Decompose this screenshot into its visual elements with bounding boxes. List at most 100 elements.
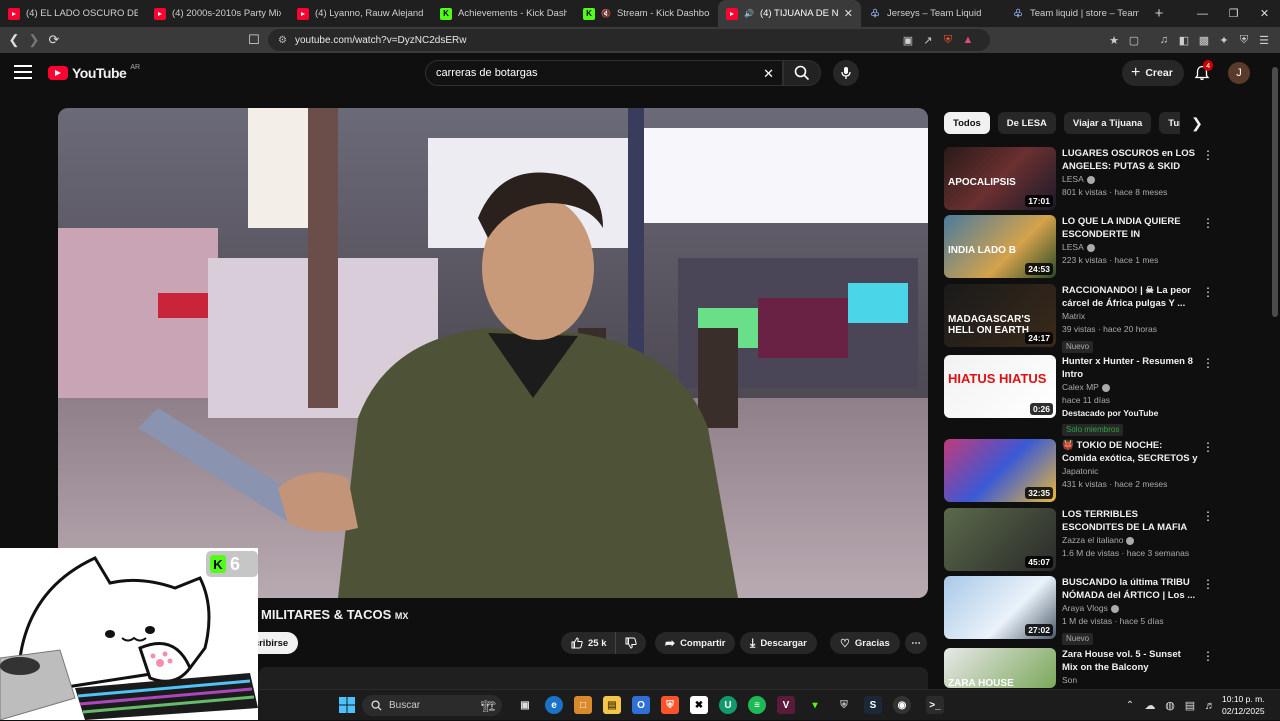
video-thumbnail[interactable]: 45:07 [944, 508, 1056, 571]
browser-tab[interactable]: (4) Lyanno, Rauw Alejandro, Le [289, 0, 432, 27]
channel-name[interactable]: Zazza el italiano [1062, 534, 1198, 547]
more-options-icon[interactable]: ⋮ [1202, 149, 1214, 161]
wallet-icon[interactable]: ▩ [1194, 30, 1214, 50]
brave-rewards-icon[interactable]: ▲ [958, 30, 978, 50]
audio-playing-icon[interactable]: 🔊 [744, 9, 754, 18]
dislike-button[interactable] [614, 632, 646, 654]
thanks-button[interactable]: ♡ Gracias [830, 632, 900, 654]
share-button[interactable]: ➦ Compartir [655, 632, 736, 654]
browser-tab[interactable]: K Achievements - Kick Dashboa [432, 0, 575, 27]
close-tab-icon[interactable]: ✕ [844, 7, 853, 20]
video-player[interactable] [58, 108, 928, 598]
video-thumbnail[interactable]: 27:02 [944, 576, 1056, 639]
recommended-video[interactable]: 32:35 👹 TOKIO DE NOCHE: Comida exótica, S… [944, 439, 1214, 514]
brave-browser-icon[interactable]: ⛨ [661, 696, 679, 714]
video-title[interactable]: Hunter x Hunter - Resumen 8 Intro [1062, 355, 1198, 381]
vpn-app-icon[interactable]: ⛨ [835, 696, 853, 714]
video-title[interactable]: Zara House vol. 5 - Sunset Mix on the Ba… [1062, 648, 1198, 674]
more-options-icon[interactable]: ⋮ [1202, 650, 1214, 662]
forward-icon[interactable]: ❯ [24, 30, 44, 50]
video-thumbnail[interactable]: MADAGASCAR'S HELL ON EARTH 24:17 [944, 284, 1056, 347]
channel-name[interactable]: LESA [1062, 241, 1198, 254]
recommended-video[interactable]: 27:02 BUSCANDO la última TRIBU NÓMADA del… [944, 576, 1214, 651]
app-icon[interactable]: □ [574, 696, 592, 714]
download-button[interactable]: ⤓ Descargar [740, 632, 817, 654]
close-window-icon[interactable]: ✕ [1249, 0, 1280, 27]
more-options-icon[interactable]: ⋮ [1202, 578, 1214, 590]
more-options-icon[interactable]: ⋮ [1202, 357, 1214, 369]
site-info-icon[interactable]: ⚙ [278, 35, 287, 46]
outlook-icon[interactable]: O [632, 696, 650, 714]
leo-ai-icon[interactable]: ✦ [1214, 30, 1234, 50]
menu-icon[interactable]: ☰ [1254, 30, 1274, 50]
recommended-video[interactable]: APOCALIPSIS 17:01 LUGARES OSCUROS en LOS A… [944, 147, 1214, 222]
like-button[interactable]: 25 k [561, 632, 615, 654]
video-title[interactable]: RACCIONANDO! | ☠ La peor cárcel de Áfric… [1062, 284, 1198, 310]
new-tab-icon[interactable]: + [1147, 5, 1171, 22]
install-icon[interactable]: ▣ [898, 30, 918, 50]
muted-icon[interactable]: 🔇 [601, 9, 611, 18]
channel-name[interactable]: Son [1062, 674, 1198, 687]
browser-tab[interactable]: 🔊 (4) TIJUANA DE NOCHE ✕ [718, 0, 861, 27]
share-icon[interactable]: ↗ [918, 30, 938, 50]
clear-search-icon[interactable]: ✕ [763, 66, 774, 82]
back-icon[interactable]: ❮ [4, 30, 24, 50]
vpn-icon[interactable]: ⛨ [1234, 30, 1254, 50]
recommended-video[interactable]: MADAGASCAR'S HELL ON EARTH 24:17 RACCIONAN… [944, 284, 1214, 359]
channel-name[interactable]: Japatonic [1062, 465, 1198, 478]
url-field[interactable]: ⚙ youtube.com/watch?v=DyzNC2dsERw [268, 29, 990, 51]
account-avatar[interactable]: J [1228, 62, 1250, 84]
microphone-icon[interactable]: ◍ [1160, 699, 1180, 712]
video-thumbnail[interactable]: HIATUS HIATUS 0:26 [944, 355, 1056, 418]
filter-chip[interactable]: Viajar a Tijuana [1063, 112, 1152, 134]
restore-icon[interactable]: ❐ [1218, 0, 1249, 27]
taskbar-search[interactable]: Buscar 🏗 [362, 695, 502, 716]
video-title[interactable]: 👹 TOKIO DE NOCHE: Comida exótica, SECRET… [1062, 439, 1198, 465]
file-explorer-icon[interactable]: ▤ [603, 696, 621, 714]
video-title[interactable]: BUSCANDO la última TRIBU NÓMADA del ÁRTI… [1062, 576, 1198, 602]
video-thumbnail[interactable]: ZARA HOUSE [944, 648, 1056, 688]
page-scrollbar[interactable] [1270, 53, 1280, 693]
video-title[interactable]: LO QUE LA INDIA QUIERE ESCONDERTE IN [1062, 215, 1198, 241]
edge-icon[interactable]: e [545, 696, 563, 714]
filter-chip[interactable]: Todos [944, 112, 990, 134]
channel-name[interactable]: Matrix [1062, 310, 1198, 323]
extensions-icon[interactable]: ★ [1104, 30, 1124, 50]
recommended-video[interactable]: 45:07 LOS TERRIBLES ESCONDITES DE LA MAFI… [944, 508, 1214, 583]
video-thumbnail[interactable]: APOCALIPSIS 17:01 [944, 147, 1056, 210]
video-thumbnail[interactable]: INDIA LADO B 24:53 [944, 215, 1056, 278]
media-icon[interactable]: ♫ [1154, 30, 1174, 50]
browser-tab[interactable]: ♧ Jerseys – Team Liquid [861, 0, 1004, 27]
browser-tab[interactable]: K 🔇 Stream - Kick Dashboard [575, 0, 718, 27]
app-icon-3[interactable]: ▾ [806, 696, 824, 714]
recommended-video[interactable]: INDIA LADO B 24:53 LO QUE LA INDIA QUIERE … [944, 215, 1214, 290]
chevron-right-icon[interactable]: ❯ [1186, 112, 1208, 134]
more-options-icon[interactable]: ⋮ [1202, 510, 1214, 522]
search-button[interactable] [783, 60, 821, 86]
recommended-video[interactable]: HIATUS HIATUS 0:26 Hunter x Hunter - Resum… [944, 355, 1214, 436]
filter-chip[interactable]: Turismo [1159, 112, 1180, 134]
taskbar-clock[interactable]: 10:10 p. m. 02/12/2025 [1222, 693, 1265, 717]
youtube-logo[interactable]: YouTube AR [48, 64, 140, 81]
channel-name[interactable]: Calex MP [1062, 381, 1198, 394]
video-title[interactable]: LOS TERRIBLES ESCONDITES DE LA MAFIA SUD… [1062, 508, 1198, 534]
channel-name[interactable]: Araya Vlogs [1062, 602, 1198, 615]
windows-start-icon[interactable] [338, 696, 356, 714]
voice-search-button[interactable] [833, 60, 859, 86]
network-icon[interactable]: ▤ [1180, 699, 1200, 712]
volume-icon[interactable]: ♬ [1200, 700, 1220, 712]
search-input[interactable]: carreras de botargas ✕ [425, 60, 783, 86]
browser-tab[interactable]: (4) EL LADO OSCURO DEL INT [0, 0, 146, 27]
steam-icon[interactable]: S [864, 696, 882, 714]
browser-tab[interactable]: ♧ Team liquid | store – Team Liqu [1004, 0, 1147, 27]
more-options-icon[interactable]: ⋮ [1202, 217, 1214, 229]
hamburger-menu-icon[interactable] [14, 65, 32, 79]
app-icon-2[interactable]: V [777, 696, 795, 714]
more-options-icon[interactable]: ⋮ [1202, 441, 1214, 453]
obs-icon[interactable]: ◉ [893, 696, 911, 714]
bookmark-icon[interactable]: ☐ [244, 30, 264, 50]
screenshot-icon[interactable]: ▢ [1124, 30, 1144, 50]
terminal-icon[interactable]: >_ [926, 696, 944, 714]
description-box[interactable] [258, 667, 928, 691]
sidebar-icon[interactable]: ◧ [1174, 30, 1194, 50]
